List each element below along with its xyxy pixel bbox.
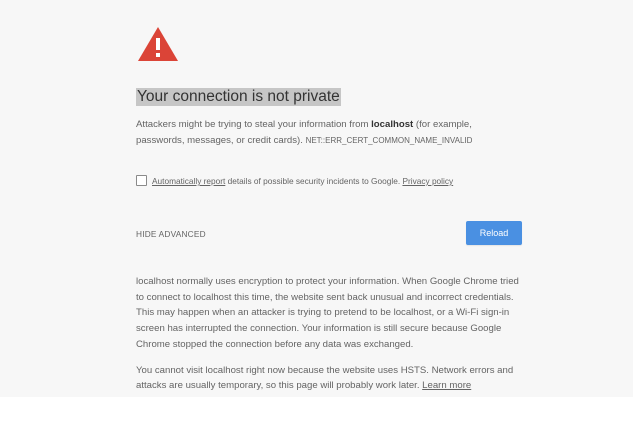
report-checkbox[interactable] [136,175,147,186]
hide-advanced-button[interactable]: HIDE ADVANCED [136,227,206,241]
automatically-report-link[interactable]: Automatically report [152,176,225,186]
main-message: Attackers might be trying to steal your … [136,117,522,149]
reload-button[interactable]: Reload [466,221,522,245]
privacy-policy-link[interactable]: Privacy policy [402,176,453,186]
message-text: Attackers might be trying to steal your … [136,119,372,130]
page-title: Your connection is not private [136,87,341,107]
warning-triangle-icon [138,27,178,61]
host-name: localhost [371,119,414,130]
extended-reporting-option: Automatically report details of possible… [136,174,522,188]
details-paragraph: localhost normally uses encryption to pr… [136,276,519,350]
error-code: NET::ERR_CERT_COMMON_NAME_INVALID [305,136,473,145]
learn-more-link[interactable]: Learn more [422,380,471,391]
page-title-text: Your connection is not private [136,88,341,106]
advanced-details: localhost normally uses encryption to pr… [136,274,522,394]
browser-content: Your connection is not private Attackers… [0,0,633,397]
reporting-text: details of possible security incidents t… [225,176,403,186]
hsts-paragraph: You cannot visit localhost right now bec… [136,363,522,394]
